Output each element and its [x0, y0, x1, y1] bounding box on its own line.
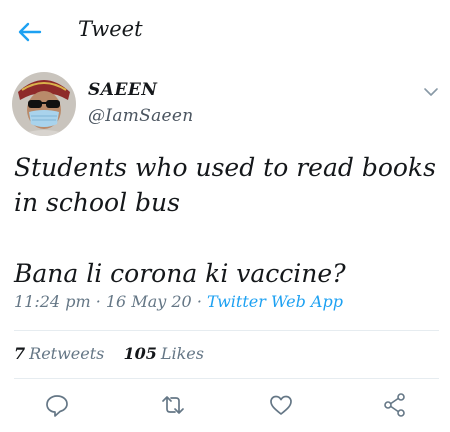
retweet-icon[interactable]	[160, 392, 186, 418]
retweets-stat[interactable]: 7 Retweets	[14, 344, 104, 363]
likes-count: 105	[123, 344, 157, 363]
divider	[14, 378, 439, 379]
tweet-line-3: Bana li corona ki vaccine?	[14, 259, 346, 288]
author-handle[interactable]: @IamSaeen	[88, 106, 194, 126]
avatar[interactable]	[12, 72, 76, 136]
chevron-down-icon[interactable]	[422, 84, 440, 98]
like-icon[interactable]	[268, 392, 294, 418]
tweet-stats: 7 Retweets 105 Likes	[14, 344, 218, 363]
meta-separator: ·	[196, 292, 207, 311]
retweets-label: Retweets	[29, 344, 105, 363]
tweet-text: Students who used to read books in schoo…	[14, 150, 439, 291]
tweet-line-2: in school bus	[14, 188, 180, 217]
share-icon[interactable]	[382, 392, 408, 418]
page-title: Tweet	[78, 17, 143, 41]
tweet-header: Tweet	[0, 0, 450, 62]
reply-icon[interactable]	[44, 392, 70, 418]
likes-stat[interactable]: 105 Likes	[123, 344, 204, 363]
tweet-time: 11:24 pm	[14, 292, 91, 311]
tweet-source-link[interactable]: Twitter Web App	[207, 292, 343, 311]
retweets-count: 7	[14, 344, 26, 363]
author-name[interactable]: SAEEN	[88, 80, 157, 100]
tweet-actions	[0, 392, 450, 422]
tweet-line-1: Students who used to read books	[14, 153, 436, 182]
meta-separator: ·	[95, 292, 106, 311]
tweet-meta: 11:24 pm · 16 May 20 · Twitter Web App	[14, 292, 343, 311]
tweet-date: 16 May 20	[105, 292, 192, 311]
back-arrow-icon[interactable]	[16, 20, 44, 44]
divider	[14, 330, 439, 331]
likes-label: Likes	[160, 344, 204, 363]
